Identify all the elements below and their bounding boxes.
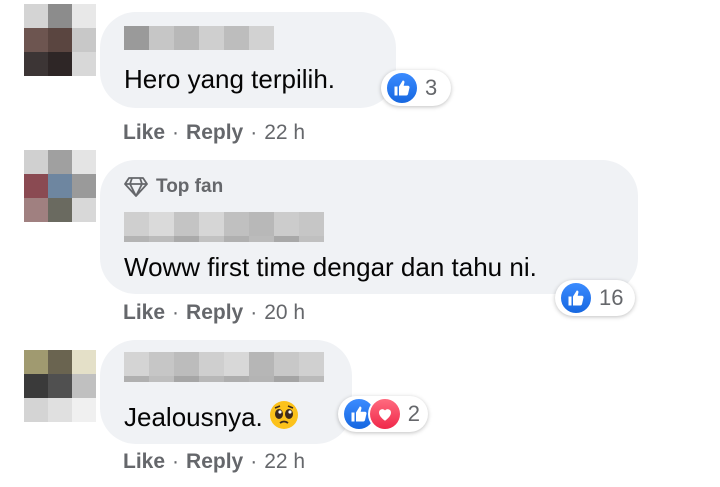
top-fan-badge[interactable]: Top fan — [124, 176, 223, 198]
reply-button[interactable]: Reply — [186, 301, 243, 324]
separator: · — [250, 301, 258, 324]
avatar[interactable] — [24, 4, 96, 76]
comment-2: Top fan Woww first time dengar dan tahu … — [0, 150, 720, 330]
badge-label: Top fan — [156, 176, 224, 197]
separator: · — [172, 301, 180, 324]
comment-actions: Like · Reply · 22 h — [123, 121, 305, 145]
timestamp[interactable]: 22 h — [264, 121, 305, 144]
commenter-name-redacted[interactable] — [124, 26, 274, 50]
comment-actions: Like · Reply · 22 h — [123, 450, 305, 474]
comment-text: Jealousnya. — [124, 400, 299, 436]
comment-text-content: Jealousnya. — [124, 402, 263, 432]
separator: · — [172, 121, 180, 144]
like-icon — [559, 281, 593, 315]
diamond-icon — [124, 177, 148, 197]
reply-button[interactable]: Reply — [186, 450, 243, 473]
comment-text: Woww first time dengar dan tahu ni. — [124, 252, 537, 282]
avatar[interactable] — [24, 150, 96, 222]
reaction-count: 16 — [599, 285, 624, 310]
comment-bubble: Hero yang terpilih. — [100, 12, 396, 108]
commenter-name-redacted-underline — [124, 376, 324, 382]
comment-text: Hero yang terpilih. — [124, 64, 335, 94]
separator: · — [250, 121, 258, 144]
timestamp[interactable]: 22 h — [264, 450, 305, 473]
comment-actions: Like · Reply · 20 h — [123, 301, 305, 325]
like-button[interactable]: Like — [123, 450, 165, 473]
comment-1: Hero yang terpilih. 3 Like · Reply · 22 h — [0, 0, 720, 150]
like-button[interactable]: Like — [123, 121, 165, 144]
separator: · — [172, 450, 180, 473]
comment-bubble: Top fan Woww first time dengar dan tahu … — [100, 160, 638, 294]
commenter-name-redacted[interactable] — [124, 212, 324, 236]
reaction-summary[interactable]: 16 — [555, 280, 635, 316]
reaction-count: 2 — [407, 401, 420, 426]
pleading-face-emoji — [269, 400, 299, 436]
commenter-name-redacted[interactable] — [124, 352, 324, 376]
avatar[interactable] — [24, 350, 96, 422]
separator: · — [250, 450, 258, 473]
commenter-name-redacted-underline — [124, 236, 324, 242]
timestamp[interactable]: 20 h — [264, 301, 305, 324]
love-icon — [367, 397, 402, 431]
like-icon — [385, 71, 419, 105]
reaction-summary[interactable]: 2 — [338, 396, 428, 432]
like-button[interactable]: Like — [123, 301, 165, 324]
reply-button[interactable]: Reply — [186, 121, 243, 144]
comment-bubble: Jealousnya. — [100, 340, 352, 444]
reaction-count: 3 — [425, 75, 438, 100]
comment-3: Jealousnya. 2 Like · Reply · 22 h — [0, 330, 720, 487]
reaction-summary[interactable]: 3 — [381, 70, 451, 106]
